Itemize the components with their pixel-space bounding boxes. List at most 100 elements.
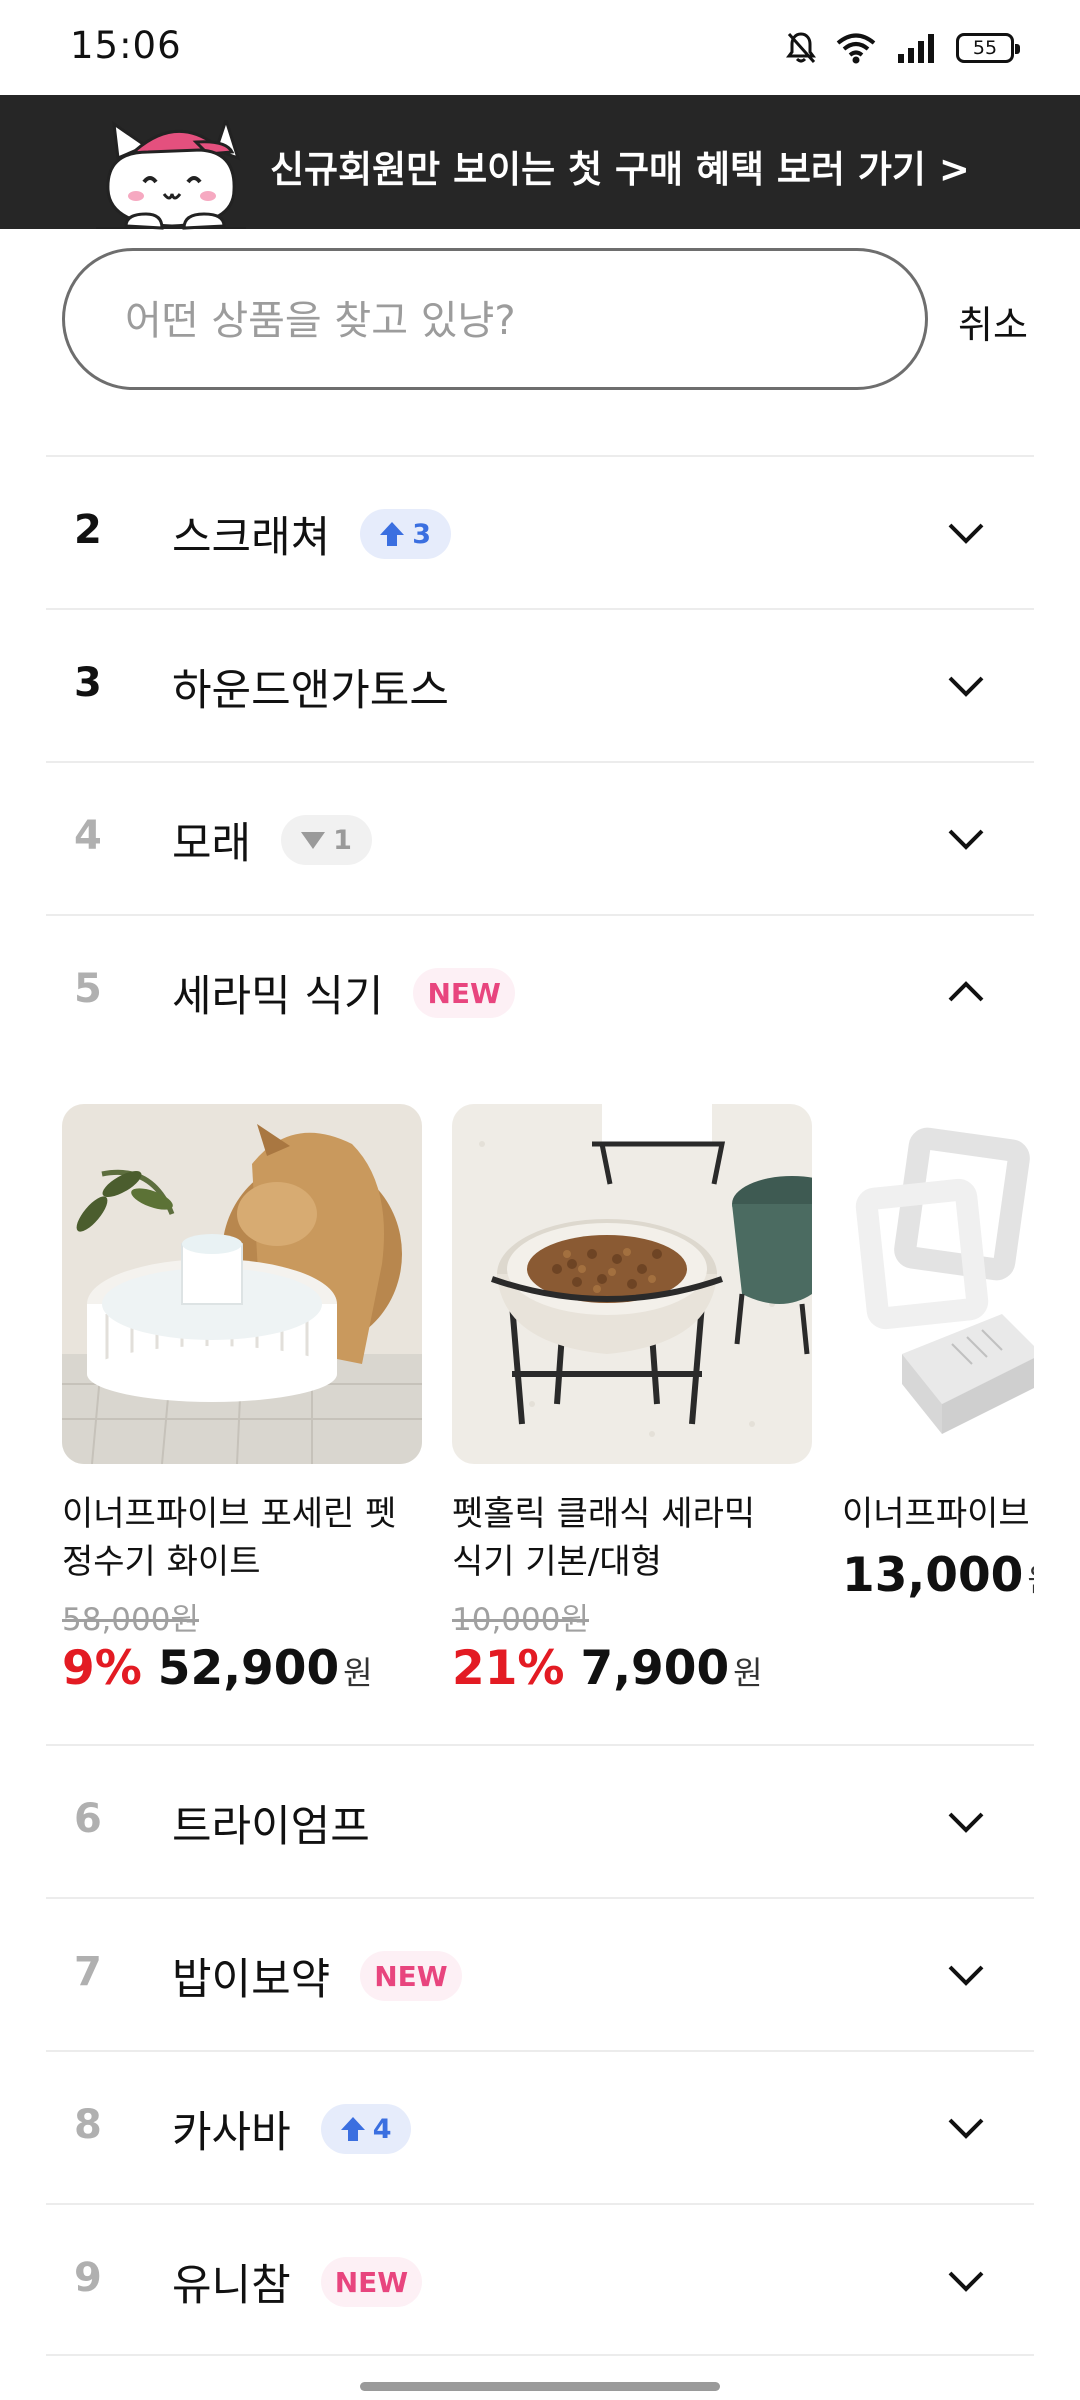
product-name[interactable]: 이너프파이브 정수기 필터 — [842, 1490, 1034, 1538]
product-original-price: 58,000원 — [62, 1602, 199, 1638]
ranking-item-header[interactable]: 3 하운드앤가토스 — [46, 610, 1034, 762]
chevron-down-icon[interactable] — [946, 1802, 986, 1842]
chevron-down-icon[interactable] — [946, 666, 986, 706]
cat-mascot-icon — [96, 120, 246, 230]
rank-keyword-label: 유니참 — [172, 2261, 291, 2311]
status-time: 15:06 — [70, 24, 182, 67]
rank-change-value: 4 — [372, 2113, 392, 2145]
ranking-item[interactable]: 7 밥이보약 NEW — [46, 1897, 1034, 2050]
new-badge: NEW — [360, 1951, 462, 2001]
chevron-down-icon[interactable] — [946, 2261, 986, 2301]
rank-keyword: 트라이엄프 — [172, 1792, 370, 1854]
rank-keyword-label: 세라믹 식기 — [172, 972, 384, 1022]
product-price-line: 9% 52,900 원 — [62, 1641, 422, 1696]
rank-change-value: 1 — [333, 824, 352, 856]
ranking-item-header[interactable]: 4 모래 1 — [46, 763, 1034, 915]
ranking-list: 2 스크래쳐 3 3 하운드앤가토스 4 모래 1 5 세라믹 식기 NEW 이… — [46, 455, 1034, 2356]
product-original-price: 10,000원 — [452, 1602, 589, 1638]
water-fountain-image — [62, 1104, 422, 1464]
ranking-item[interactable]: 2 스크래쳐 3 — [46, 455, 1034, 608]
rank-keyword: 카사바 4 — [172, 2098, 412, 2160]
product-image[interactable] — [452, 1104, 812, 1464]
arrow-up-icon — [380, 522, 405, 546]
ranking-item[interactable]: 6 트라이엄프 — [46, 1744, 1034, 1897]
product-card[interactable]: 펫홀릭 클래식 세라믹 식기 기본/대형 10,000원 21% 7,900 원 — [452, 1104, 812, 1696]
rank-number: 3 — [74, 660, 102, 706]
product-discount: 21% — [452, 1641, 565, 1696]
product-price: 52,900 — [157, 1641, 340, 1696]
ranking-item-expanded[interactable]: 5 세라믹 식기 NEW 이너프파이브 포세린 펫 정수기 화이트 58,000… — [46, 914, 1034, 1744]
ranking-item[interactable]: 3 하운드앤가토스 — [46, 608, 1034, 761]
product-currency: 원 — [343, 1654, 373, 1692]
rank-number: 5 — [74, 966, 102, 1012]
rank-keyword: 세라믹 식기 NEW — [172, 962, 515, 1024]
product-currency: 원 — [733, 1654, 763, 1692]
rank-up-badge: 4 — [320, 2104, 412, 2154]
product-carousel[interactable]: 이너프파이브 포세린 펫 정수기 화이트 58,000원 9% 52,900 원 — [62, 1104, 1034, 1704]
rank-keyword: 밥이보약 NEW — [172, 1945, 462, 2007]
chevron-down-icon[interactable] — [946, 1955, 986, 1995]
product-image[interactable] — [62, 1104, 422, 1464]
signal-icon — [898, 34, 934, 63]
product-name[interactable]: 이너프파이브 포세린 펫 정수기 화이트 — [62, 1490, 432, 1586]
ranking-item-header[interactable]: 8 카사바 4 — [46, 2052, 1034, 2204]
battery-icon: 55 — [956, 33, 1020, 63]
ranking-item-header[interactable]: 5 세라믹 식기 NEW — [46, 916, 1034, 1068]
ranking-item-header[interactable]: 7 밥이보약 NEW — [46, 1899, 1034, 2051]
rank-number: 4 — [74, 813, 102, 859]
triangle-down-icon — [301, 832, 326, 849]
rank-keyword: 하운드앤가토스 — [172, 656, 449, 718]
ranking-item[interactable]: 8 카사바 4 — [46, 2050, 1034, 2203]
rank-down-badge: 1 — [281, 815, 372, 865]
rank-keyword-label: 스크래쳐 — [172, 513, 331, 563]
ranking-item[interactable]: 9 유니참 NEW — [46, 2203, 1034, 2356]
product-price: 13,000 — [842, 1548, 1024, 1603]
promo-banner-text[interactable]: 신규회원만 보이는 첫 구매 혜택 보러 가기 > — [270, 139, 970, 193]
rank-keyword-label: 모래 — [172, 819, 252, 869]
rank-keyword-label: 트라이엄프 — [172, 1802, 370, 1852]
rank-keyword: 유니참 NEW — [172, 2251, 423, 2313]
product-card[interactable]: 이너프파이브 포세린 펫 정수기 화이트 58,000원 9% 52,900 원 — [62, 1104, 422, 1696]
arrow-up-icon — [340, 2117, 365, 2141]
ranking-item-header[interactable]: 2 스크래쳐 3 — [46, 457, 1034, 609]
rank-keyword-label: 카사바 — [172, 2108, 291, 2158]
rank-keyword-label: 하운드앤가토스 — [172, 666, 449, 716]
rank-keyword-label: 밥이보약 — [172, 1955, 331, 2005]
ceramic-bowl-image — [452, 1104, 812, 1464]
rank-number: 2 — [74, 507, 102, 553]
rank-number: 9 — [74, 2255, 102, 2301]
chevron-down-icon[interactable] — [946, 513, 986, 553]
new-badge: NEW — [413, 968, 515, 1018]
wifi-icon — [836, 33, 876, 64]
rank-keyword: 모래 1 — [172, 809, 372, 871]
product-card[interactable]: 이너프파이브 정수기 필터 13,000 원 — [842, 1104, 1034, 1603]
product-price: 7,900 — [580, 1641, 730, 1696]
filter-image — [842, 1104, 1034, 1464]
ranking-item-header[interactable]: 9 유니참 NEW — [46, 2205, 1034, 2357]
search-input[interactable] — [125, 289, 885, 353]
rank-number: 7 — [74, 1949, 102, 1995]
rank-change-value: 3 — [412, 518, 432, 550]
search-box[interactable] — [62, 248, 928, 390]
rank-number: 6 — [74, 1796, 102, 1842]
cancel-button[interactable]: 취소 — [958, 294, 1028, 349]
status-icons: 55 — [786, 28, 1020, 68]
new-badge: NEW — [320, 2257, 423, 2307]
rank-up-badge: 3 — [360, 509, 452, 559]
product-name[interactable]: 펫홀릭 클래식 세라믹 식기 기본/대형 — [452, 1490, 822, 1586]
home-indicator[interactable] — [360, 2382, 720, 2391]
ranking-item-header[interactable]: 6 트라이엄프 — [46, 1746, 1034, 1898]
product-image[interactable] — [842, 1104, 1034, 1464]
product-currency: 원 — [1027, 1555, 1034, 1601]
chevron-up-icon[interactable] — [946, 972, 986, 1012]
bell-muted-icon — [786, 32, 816, 63]
product-price-line: 21% 7,900 원 — [452, 1641, 812, 1696]
chevron-down-icon[interactable] — [946, 2108, 986, 2148]
product-discount: 9% — [62, 1641, 142, 1696]
rank-number: 8 — [74, 2102, 102, 2148]
status-bar: 15:06 55 — [0, 0, 1080, 95]
product-price-line: 13,000 원 — [842, 1548, 1034, 1603]
ranking-item[interactable]: 4 모래 1 — [46, 761, 1034, 914]
chevron-down-icon[interactable] — [946, 819, 986, 859]
rank-keyword: 스크래쳐 3 — [172, 503, 452, 565]
